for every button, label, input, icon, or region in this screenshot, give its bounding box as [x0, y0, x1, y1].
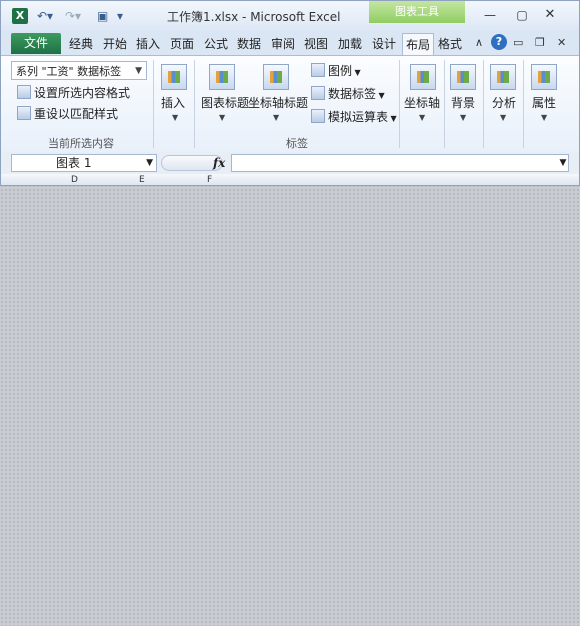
window-title: 工作簿1.xlsx - Microsoft Excel	[167, 10, 341, 24]
chart-element-value: 系列 "工资" 数据标签	[16, 65, 122, 78]
doc-restore-icon[interactable]: ❐	[535, 36, 545, 49]
column-headers: D E F	[1, 174, 579, 185]
restore-icon[interactable]: ▢	[515, 9, 529, 21]
tab-design[interactable]: 设计	[372, 35, 396, 53]
chevron-down-icon: ▼	[135, 66, 142, 76]
group-divider	[444, 60, 445, 148]
data-labels-label: 数据标签	[328, 87, 377, 101]
minimize-ribbon-icon[interactable]: ∧	[475, 36, 483, 49]
minimize-icon[interactable]: —	[483, 9, 497, 21]
analysis-button[interactable]: 分析	[492, 94, 516, 111]
ribbon-tabs: 文件 经典 开始 插入 页面 公式 数据 审阅 视图 加载 设计 布局 格式 ∧…	[1, 31, 579, 56]
axes-button[interactable]: 坐标轴	[404, 94, 440, 111]
tab-insert[interactable]: 插入	[136, 35, 160, 53]
chart-element-selector[interactable]: 系列 "工资" 数据标签 ▼	[11, 61, 147, 80]
group-divider	[523, 60, 524, 148]
chevron-down-icon: ▼	[376, 91, 385, 100]
customize-qat-icon[interactable]: ▾	[117, 8, 123, 24]
formula-input[interactable]	[231, 154, 569, 172]
legend-label: 图例	[328, 64, 353, 78]
format-selection-icon	[17, 85, 31, 99]
data-labels-icon	[311, 86, 325, 100]
save-icon[interactable]: ▣	[97, 8, 108, 24]
insert-button[interactable]: 插入	[161, 94, 185, 111]
properties-icon[interactable]	[531, 64, 557, 90]
legend-button[interactable]: 图例 ▼	[311, 63, 361, 81]
tab-format[interactable]: 格式	[438, 35, 462, 53]
formula-bar: 图表 1 ▼ fx ▼	[1, 152, 579, 174]
tab-review[interactable]: 审阅	[271, 35, 295, 53]
redo-icon[interactable]: ↷▾	[65, 8, 81, 24]
excel-window: X ↶▾ ↷▾ ▣ ▾ 工作簿1.xlsx - Microsoft Excel …	[0, 0, 580, 186]
group-divider	[153, 60, 154, 148]
excel-app-icon[interactable]: X	[12, 8, 28, 24]
tab-file[interactable]: 文件	[11, 33, 61, 54]
chevron-down-icon: ▼	[419, 113, 426, 122]
group-label-current-selection: 当前所选内容	[48, 137, 114, 150]
reset-style-button[interactable]: 重设以匹配样式	[17, 106, 118, 122]
format-selection-label: 设置所选内容格式	[34, 86, 131, 100]
name-box[interactable]: 图表 1 ▼	[11, 154, 157, 172]
group-label-labels: 标签	[286, 137, 308, 150]
background-icon[interactable]	[450, 64, 476, 90]
axis-titles-button[interactable]: 坐标轴标题	[248, 94, 308, 111]
chart-title-icon[interactable]	[209, 64, 235, 90]
chevron-down-icon: ▼	[172, 113, 179, 122]
chevron-down-icon: ▼	[219, 113, 226, 122]
axis-titles-icon[interactable]	[263, 64, 289, 90]
close-icon[interactable]: ✕	[529, 5, 571, 25]
data-table-icon	[311, 109, 325, 123]
insert-function-icon[interactable]: fx	[213, 156, 225, 170]
column-header-f[interactable]: F	[207, 175, 212, 185]
tab-view[interactable]: 视图	[304, 35, 328, 53]
tab-layout[interactable]: 布局	[402, 33, 434, 56]
legend-icon	[311, 63, 325, 77]
ribbon-layout: 系列 "工资" 数据标签 ▼ 设置所选内容格式 重设以匹配样式 当前所选内容 插…	[1, 55, 579, 153]
group-divider	[483, 60, 484, 148]
chevron-down-icon: ▼	[146, 158, 153, 168]
title-bar: X ↶▾ ↷▾ ▣ ▾ 工作簿1.xlsx - Microsoft Excel …	[1, 1, 579, 31]
tab-page[interactable]: 页面	[170, 35, 194, 53]
chart-title-button[interactable]: 图表标题	[201, 94, 249, 111]
reset-style-icon	[17, 106, 31, 120]
tab-addins[interactable]: 加载	[338, 35, 362, 53]
analysis-icon[interactable]	[490, 64, 516, 90]
tab-classic[interactable]: 经典	[69, 35, 93, 53]
chevron-down-icon: ▼	[541, 113, 548, 122]
group-divider	[399, 60, 400, 148]
properties-button[interactable]: 属性	[532, 94, 556, 111]
chevron-down-icon: ▼	[273, 113, 280, 122]
background-button[interactable]: 背景	[451, 94, 475, 111]
data-labels-button[interactable]: 数据标签 ▼	[311, 86, 385, 104]
chart-tools-context-label: 图表工具	[369, 1, 465, 23]
data-table-button[interactable]: 模拟运算表 ▼	[311, 109, 397, 127]
doc-close-icon[interactable]: ✕	[557, 36, 566, 49]
expand-formula-bar-icon[interactable]: ▼	[557, 154, 569, 172]
chevron-down-icon: ▼	[352, 68, 361, 77]
column-header-e[interactable]: E	[139, 175, 145, 185]
data-table-label: 模拟运算表	[328, 110, 389, 124]
undo-icon[interactable]: ↶▾	[37, 8, 53, 24]
chevron-down-icon: ▼	[500, 113, 507, 122]
tab-data[interactable]: 数据	[237, 35, 261, 53]
group-divider	[194, 60, 195, 148]
tab-formulas[interactable]: 公式	[204, 35, 228, 53]
name-box-value: 图表 1	[56, 156, 92, 170]
format-selection-button[interactable]: 设置所选内容格式	[17, 85, 130, 101]
chevron-down-icon: ▼	[388, 114, 397, 123]
insert-picture-icon[interactable]	[161, 64, 187, 90]
axes-icon[interactable]	[410, 64, 436, 90]
chevron-down-icon: ▼	[460, 113, 467, 122]
tab-home[interactable]: 开始	[103, 35, 127, 53]
column-header-d[interactable]: D	[71, 175, 78, 185]
reset-style-label: 重设以匹配样式	[34, 107, 119, 121]
help-icon[interactable]: ?	[491, 34, 507, 50]
doc-minimize-icon[interactable]: ▭	[513, 36, 523, 49]
